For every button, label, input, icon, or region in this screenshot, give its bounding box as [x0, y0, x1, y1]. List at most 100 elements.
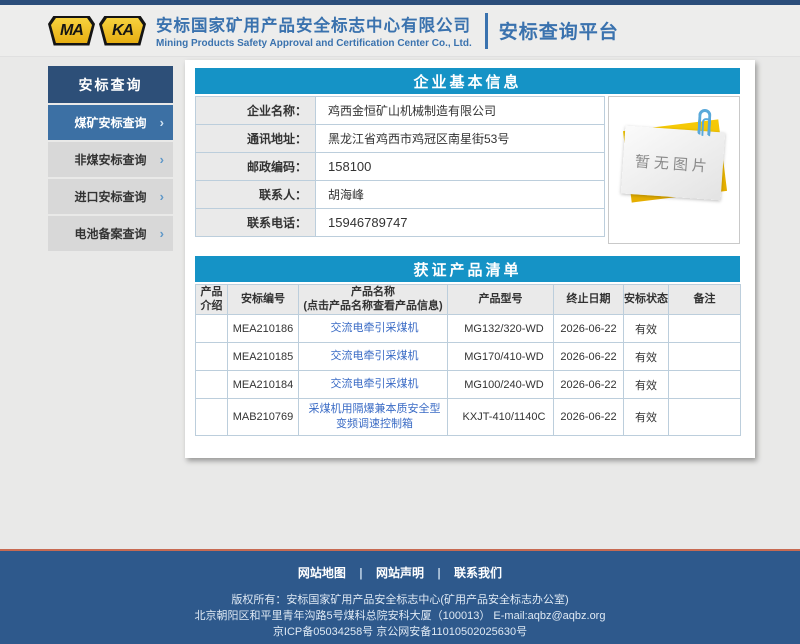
col-product-model: 产品型号	[448, 285, 554, 315]
phone-label: 联系电话：	[196, 209, 316, 237]
product-name-link[interactable]: 采煤机用隔爆兼本质安全型变频调速控制箱	[309, 403, 441, 430]
company-name-value: 鸡西金恒矿山机械制造有限公司	[316, 97, 605, 125]
org-title-chinese: 安标国家矿用产品安全标志中心有限公司	[156, 12, 472, 36]
chevron-right-icon: ›	[160, 189, 164, 204]
main-panel: 企业基本信息 企业名称： 鸡西金恒矿山机械制造有限公司 通讯地址： 黑龙江省鸡西…	[185, 60, 755, 458]
table-row: 企业名称： 鸡西金恒矿山机械制造有限公司	[196, 97, 605, 125]
table-row: MAB210769 采煤机用隔爆兼本质安全型变频调速控制箱 KXJT-410/1…	[196, 399, 741, 436]
footer-link-separator: |	[437, 566, 440, 580]
cell-cert-number: MEA210185	[228, 343, 299, 371]
cell-cert-number: MEA210186	[228, 315, 299, 343]
contact-person-label: 联系人：	[196, 181, 316, 209]
sidebar-item-label: 电池备案查询	[74, 225, 146, 242]
sidebar-item-non-coal-query[interactable]: 非煤安标查询 ›	[48, 142, 173, 177]
company-name-label: 企业名称：	[196, 97, 316, 125]
footer-link-sitemap[interactable]: 网站地图	[298, 566, 346, 580]
sidebar: 安标查询 煤矿安标查询 › 非煤安标查询 › 进口安标查询 › 电池备案查询 ›	[48, 66, 173, 253]
table-row: 联系人： 胡海峰	[196, 181, 605, 209]
header-divider	[485, 13, 488, 49]
cell-remark	[669, 315, 741, 343]
org-title-block: 安标国家矿用产品安全标志中心有限公司 Mining Products Safet…	[156, 12, 472, 49]
sidebar-item-label: 非煤安标查询	[74, 151, 146, 168]
cell-status: 有效	[624, 371, 669, 399]
ka-badge-label: KA	[102, 18, 143, 43]
footer-link-contact[interactable]: 联系我们	[454, 566, 502, 580]
table-row: 通讯地址： 黑龙江省鸡西市鸡冠区南星街53号	[196, 125, 605, 153]
ma-badge-icon: MA	[48, 16, 95, 46]
col-cert-status: 安标状态	[624, 285, 669, 315]
cell-intro	[196, 371, 228, 399]
placeholder-front-card: 暂无图片	[621, 126, 725, 201]
maka-logo: MA KA	[48, 16, 146, 46]
cell-remark	[669, 399, 741, 436]
cell-status: 有效	[624, 399, 669, 436]
enterprise-info-section: 企业名称： 鸡西金恒矿山机械制造有限公司 通讯地址： 黑龙江省鸡西市鸡冠区南星街…	[195, 96, 740, 244]
col-product-name-line1: 产品名称	[299, 286, 447, 300]
cell-product-name: 采煤机用隔爆兼本质安全型变频调速控制箱	[299, 399, 448, 436]
cell-intro	[196, 315, 228, 343]
cell-intro	[196, 399, 228, 436]
sidebar-item-import-query[interactable]: 进口安标查询 ›	[48, 179, 173, 214]
table-row: 邮政编码： 158100	[196, 153, 605, 181]
footer-link-statement[interactable]: 网站声明	[376, 566, 424, 580]
footer-copyright-line: 版权所有：安标国家矿用产品安全标志中心(矿用产品安全标志办公室)	[0, 592, 800, 608]
contact-person-value: 胡海峰	[316, 181, 605, 209]
platform-title: 安标查询平台	[499, 17, 619, 44]
product-name-link[interactable]: 交流电牵引采煤机	[331, 378, 419, 390]
cell-cert-number: MEA210184	[228, 371, 299, 399]
site-header: MA KA 安标国家矿用产品安全标志中心有限公司 Mining Products…	[0, 5, 800, 57]
cell-remark	[669, 343, 741, 371]
product-list-title: 获证产品清单	[195, 256, 740, 282]
cell-end-date: 2026-06-22	[554, 315, 624, 343]
footer-icp-line: 京ICP备05034258号 京公网安备11010502025630号	[0, 624, 800, 640]
col-product-name: 产品名称 (点击产品名称查看产品信息)	[299, 285, 448, 315]
footer-address-line: 北京朝阳区和平里青年沟路5号煤科总院安科大厦（100013） E-mail:aq…	[0, 608, 800, 624]
site-footer: 网站地图 | 网站声明 | 联系我们 版权所有：安标国家矿用产品安全标志中心(矿…	[0, 549, 800, 644]
product-list-table: 产品介绍 安标编号 产品名称 (点击产品名称查看产品信息) 产品型号 终止日期 …	[195, 284, 741, 436]
col-cert-number: 安标编号	[228, 285, 299, 315]
chevron-right-icon: ›	[160, 226, 164, 241]
cell-product-name: 交流电牵引采煤机	[299, 343, 448, 371]
footer-links: 网站地图 | 网站声明 | 联系我们	[0, 551, 800, 581]
cell-product-name: 交流电牵引采煤机	[299, 371, 448, 399]
product-name-link[interactable]: 交流电牵引采煤机	[331, 322, 419, 334]
cell-product-model: KXJT-410/1140C	[448, 399, 554, 436]
ma-badge-label: MA	[51, 18, 92, 43]
cell-product-model: MG100/240-WD	[448, 371, 554, 399]
org-title-english: Mining Products Safety Approval and Cert…	[156, 38, 472, 49]
cell-status: 有效	[624, 315, 669, 343]
col-product-intro: 产品介绍	[196, 285, 228, 315]
no-image-text: 暂无图片	[634, 150, 711, 176]
cell-end-date: 2026-06-22	[554, 371, 624, 399]
phone-value: 15946789747	[316, 209, 605, 237]
col-end-date: 终止日期	[554, 285, 624, 315]
sidebar-item-battery-filing-query[interactable]: 电池备案查询 ›	[48, 216, 173, 251]
cell-remark	[669, 371, 741, 399]
paperclip-icon	[697, 109, 711, 136]
table-header-row: 产品介绍 安标编号 产品名称 (点击产品名称查看产品信息) 产品型号 终止日期 …	[196, 285, 741, 315]
postcode-value: 158100	[316, 153, 605, 181]
footer-link-separator: |	[359, 566, 362, 580]
address-label: 通讯地址：	[196, 125, 316, 153]
sidebar-item-label: 煤矿安标查询	[74, 114, 146, 131]
sidebar-item-coal-mine-query[interactable]: 煤矿安标查询 ›	[48, 105, 173, 140]
enterprise-info-title: 企业基本信息	[195, 68, 740, 94]
col-product-name-line2: (点击产品名称查看产品信息)	[299, 300, 447, 314]
col-remark: 备注	[669, 285, 741, 315]
ka-badge-icon: KA	[99, 16, 146, 46]
table-row: 联系电话： 15946789747	[196, 209, 605, 237]
cell-cert-number: MAB210769	[228, 399, 299, 436]
cell-intro	[196, 343, 228, 371]
cell-product-name: 交流电牵引采煤机	[299, 315, 448, 343]
cell-status: 有效	[624, 343, 669, 371]
sidebar-item-label: 进口安标查询	[74, 188, 146, 205]
chevron-right-icon: ›	[160, 152, 164, 167]
postcode-label: 邮政编码：	[196, 153, 316, 181]
chevron-right-icon: ›	[160, 115, 164, 130]
table-row: MEA210186 交流电牵引采煤机 MG132/320-WD 2026-06-…	[196, 315, 741, 343]
cell-product-model: MG132/320-WD	[448, 315, 554, 343]
enterprise-info-table: 企业名称： 鸡西金恒矿山机械制造有限公司 通讯地址： 黑龙江省鸡西市鸡冠区南星街…	[195, 96, 605, 237]
table-row: MEA210185 交流电牵引采煤机 MG170/410-WD 2026-06-…	[196, 343, 741, 371]
product-name-link[interactable]: 交流电牵引采煤机	[331, 350, 419, 362]
cell-end-date: 2026-06-22	[554, 399, 624, 436]
